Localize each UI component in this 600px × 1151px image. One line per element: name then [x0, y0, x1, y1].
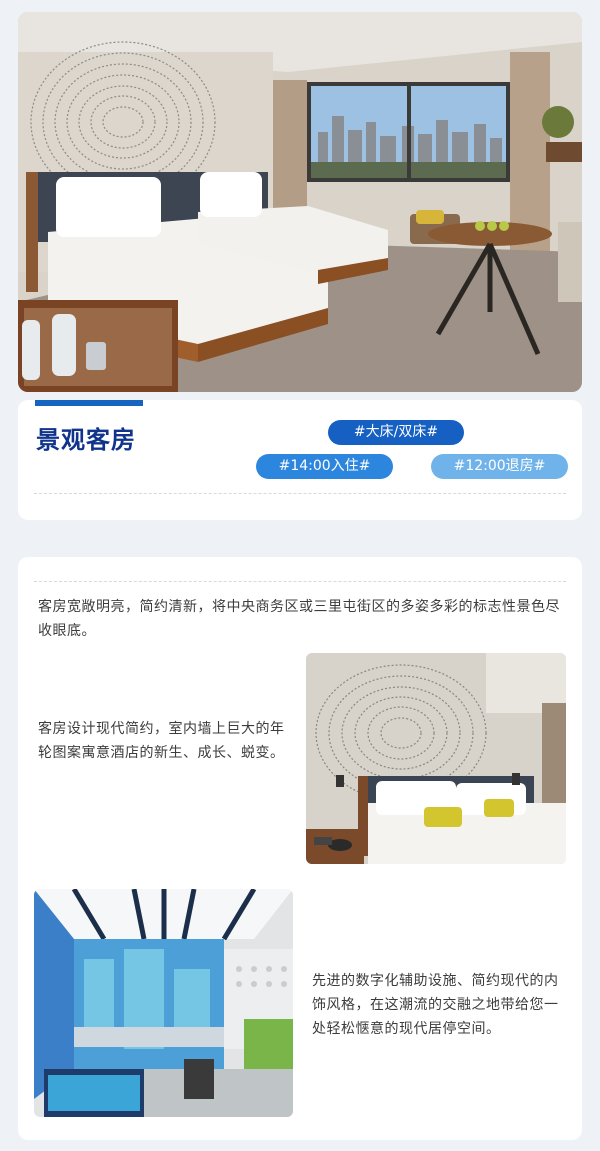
lobby-digital-wall-photo	[34, 889, 293, 1117]
title-accent-bar	[35, 400, 143, 406]
title-divider	[34, 493, 566, 494]
tag-checkin-time: #14:00入住#	[256, 454, 393, 479]
room-content-card: 客房宽敞明亮，简约清新，将中央商务区或三里屯街区的多姿多彩的标志性景色尽收眼底。…	[18, 557, 582, 1140]
description-paragraph-3: 先进的数字化辅助设施、简约现代的内饰风格，在这潮流的交融之地带给您一处轻松惬意的…	[312, 973, 559, 1037]
hero-room-photo	[18, 12, 582, 392]
description-paragraph-2: 客房设计现代简约，室内墙上巨大的年轮图案寓意酒店的新生、成长、蜕变。	[38, 721, 285, 761]
tag-checkout-time: #12:00退房#	[431, 454, 568, 479]
tag-bed-type: #大床/双床#	[328, 420, 464, 445]
room-title-card: 景观客房 #大床/双床# #14:00入住# #12:00退房#	[18, 400, 582, 520]
description-paragraph-1: 客房宽敞明亮，简约清新，将中央商务区或三里屯街区的多姿多彩的标志性景色尽收眼底。	[38, 599, 560, 639]
room-title: 景观客房	[36, 426, 136, 454]
content-divider	[34, 581, 566, 582]
room-detail-photo	[306, 653, 566, 864]
